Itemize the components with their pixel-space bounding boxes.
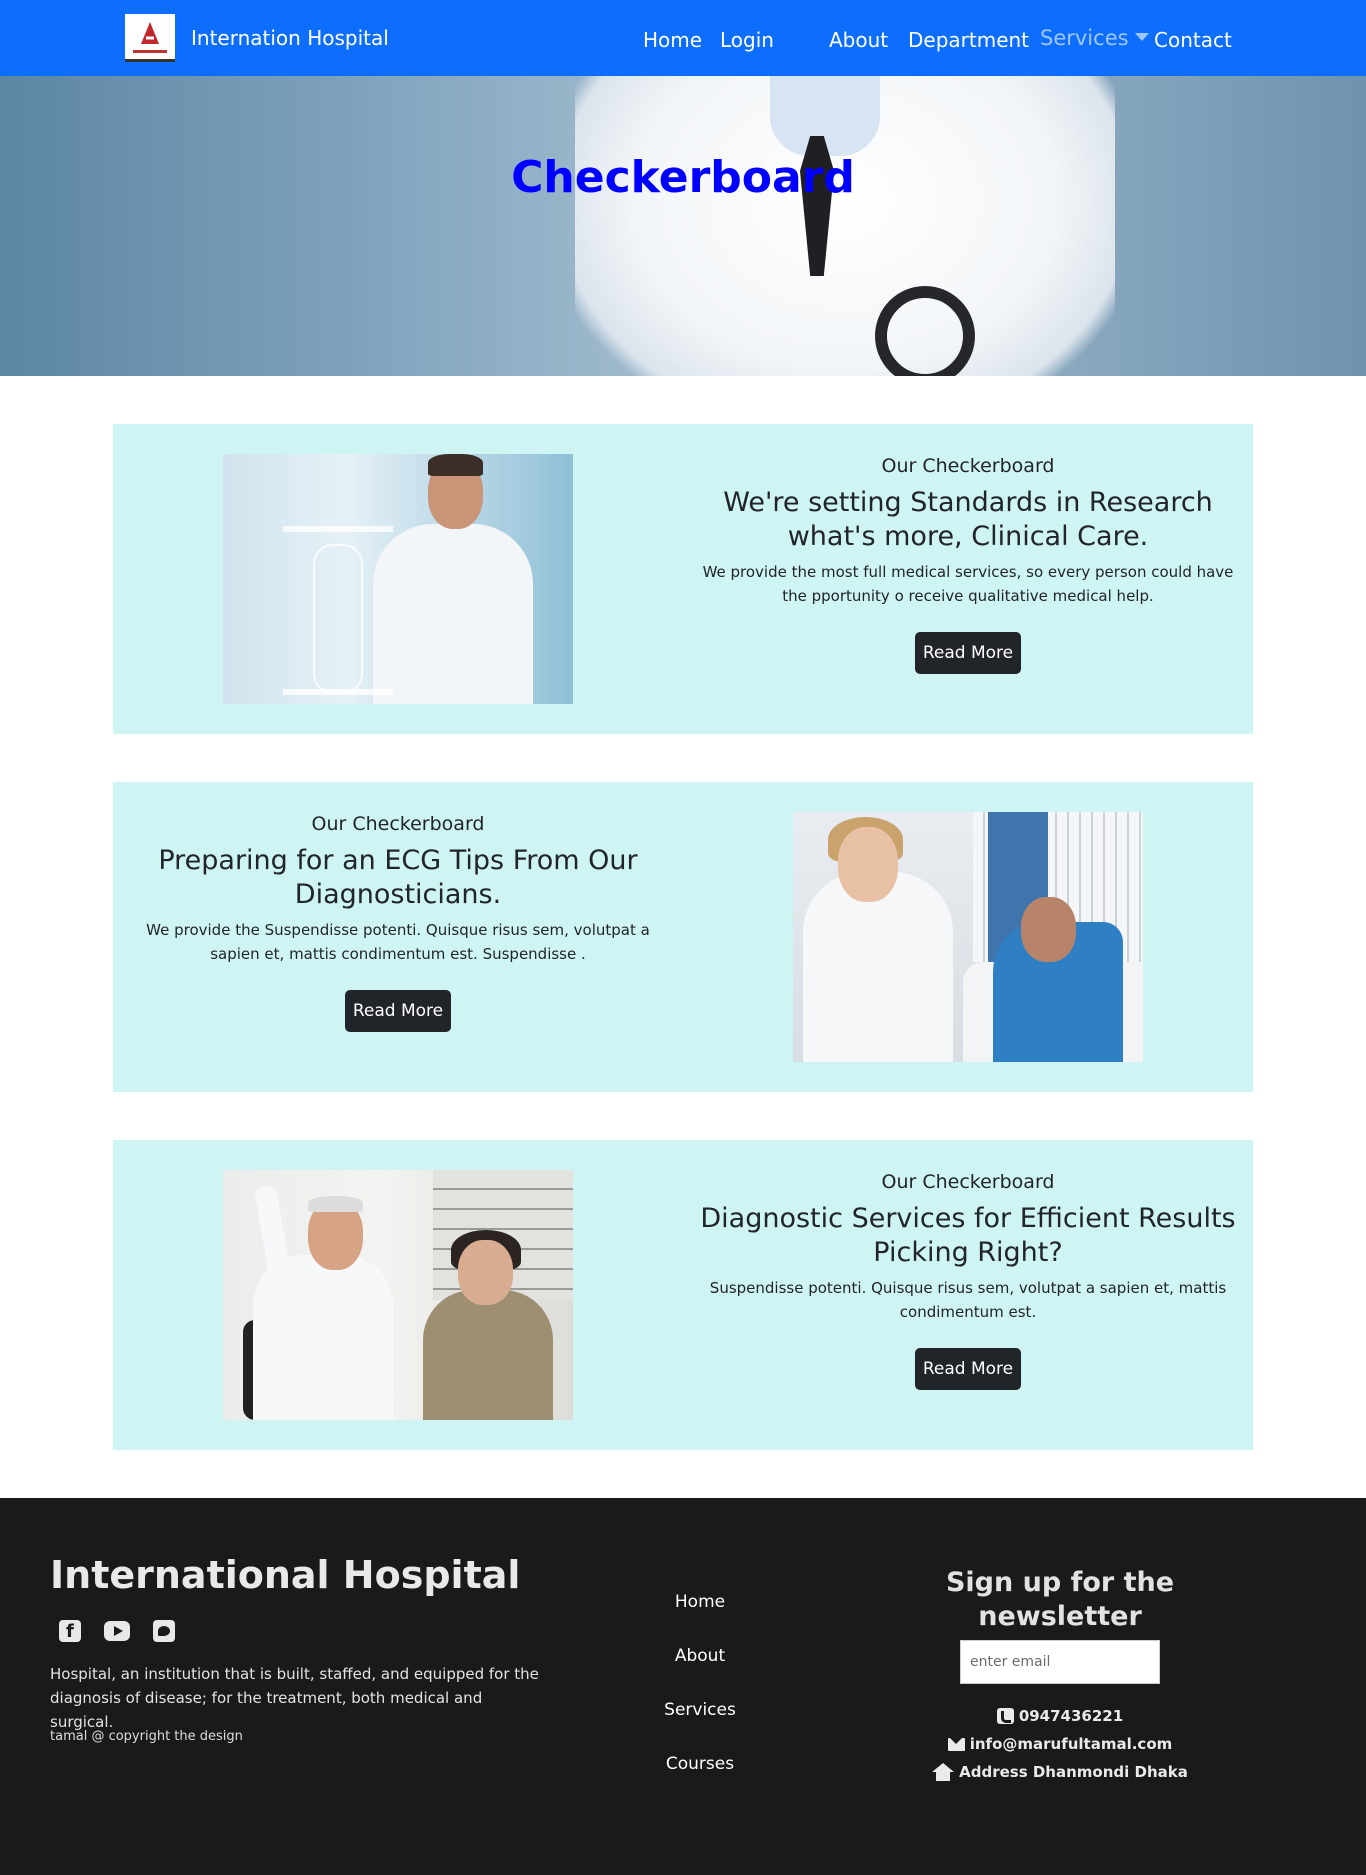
navbar: Internation Hospital Home Login About De… (0, 0, 1366, 76)
newsletter: Sign up for the newsletter 0947436221 in… (880, 1566, 1240, 1786)
contact-email: info@marufultamal.com (880, 1730, 1240, 1758)
nav-services-label: Services (1040, 26, 1129, 50)
nav-contact[interactable]: Contact (1154, 24, 1232, 56)
img-doctor (253, 1255, 393, 1420)
hospital-logo (125, 14, 175, 62)
read-more-button[interactable]: Read More (344, 990, 452, 1032)
address-text: Address Dhanmondi Dhaka (959, 1763, 1188, 1781)
footer-links: Home About Services Courses (620, 1590, 780, 1806)
card-description: Suspendisse potenti. Quisque risus sem, … (709, 1279, 1227, 1321)
card-heading: Diagnostic Services for Efficient Result… (700, 1203, 1236, 1268)
img-hair (428, 454, 483, 476)
img-plate (283, 526, 393, 532)
nav-department[interactable]: Department (908, 24, 1029, 56)
nav-login[interactable]: Login (720, 24, 774, 56)
nav-about[interactable]: About (829, 24, 888, 56)
img-coat (373, 524, 533, 704)
social-links (59, 1620, 198, 1644)
footer-title: International Hospital (50, 1553, 521, 1597)
read-more-button[interactable]: Read More (914, 1348, 1022, 1390)
contact-phone: 0947436221 (880, 1702, 1240, 1730)
img-nurse-head (838, 827, 898, 902)
hero-banner: Checkerboard (0, 76, 1366, 376)
newsletter-email-input[interactable] (960, 1640, 1160, 1684)
footer-copyright: tamal @ copyright the design (50, 1729, 243, 1744)
img-patient-head (1021, 897, 1076, 962)
email-address: info@marufultamal.com (969, 1735, 1173, 1753)
hospital-logo-mark (141, 22, 159, 44)
card-eyebrow: Our Checkerboard (881, 1171, 1055, 1193)
page-title: Checkerboard (511, 152, 855, 203)
img-woman-head (458, 1240, 513, 1305)
card-heading: Preparing for an ECG Tips From Our Diagn… (158, 845, 638, 910)
footer: International Hospital Hospital, an inst… (0, 1498, 1366, 1875)
card-2-text: Our Checkerboard Preparing for an ECG Ti… (113, 782, 683, 1032)
card-heading: We're setting Standards in Research what… (723, 487, 1213, 552)
chevron-down-icon (1134, 33, 1149, 41)
home-icon (932, 1763, 955, 1781)
checkerboard-card-2: Our Checkerboard Preparing for an ECG Ti… (113, 782, 1253, 1092)
card-3-text: Our Checkerboard Diagnostic Services for… (683, 1140, 1253, 1390)
optician-image (223, 1170, 573, 1420)
img-doctor-hair (308, 1196, 363, 1212)
phone-icon (996, 1708, 1014, 1724)
facebook-icon[interactable] (59, 1620, 81, 1644)
img-woman (423, 1290, 553, 1420)
youtube-icon[interactable] (104, 1621, 130, 1641)
brand[interactable]: Internation Hospital (125, 14, 389, 62)
logo-underline (133, 50, 167, 53)
read-more-button[interactable]: Read More (914, 632, 1022, 674)
newsletter-title: Sign up for the newsletter (945, 1567, 1175, 1632)
card-description: We provide the Suspendisse potenti. Quis… (146, 921, 650, 963)
card-1-text: Our Checkerboard We're setting Standards… (683, 424, 1253, 674)
nav-home[interactable]: Home (643, 24, 702, 56)
footer-link-home[interactable]: Home (620, 1590, 780, 1644)
doctor-skeleton-image (223, 454, 573, 704)
twitter-icon[interactable] (153, 1620, 175, 1642)
footer-about: Hospital, an institution that is built, … (50, 1665, 539, 1731)
footer-link-about[interactable]: About (620, 1644, 780, 1698)
footer-link-courses[interactable]: Courses (620, 1752, 780, 1806)
footer-link-services[interactable]: Services (620, 1698, 780, 1752)
checkerboard-card-3: Our Checkerboard Diagnostic Services for… (113, 1140, 1253, 1450)
checkerboard-card-1: Our Checkerboard We're setting Standards… (113, 424, 1253, 734)
nurse-patient-image (793, 812, 1143, 1062)
card-eyebrow: Our Checkerboard (881, 455, 1055, 477)
brand-name: Internation Hospital (191, 26, 389, 50)
card-description: We provide the most full medical service… (702, 563, 1234, 605)
card-eyebrow: Our Checkerboard (311, 813, 485, 835)
contact-address: Address Dhanmondi Dhaka (880, 1758, 1240, 1786)
nav-services-dropdown[interactable]: Services (1040, 22, 1149, 54)
img-skeleton (313, 544, 363, 694)
hero-stethoscope (875, 286, 975, 376)
envelope-icon (947, 1737, 965, 1751)
phone-number: 0947436221 (1018, 1707, 1124, 1725)
